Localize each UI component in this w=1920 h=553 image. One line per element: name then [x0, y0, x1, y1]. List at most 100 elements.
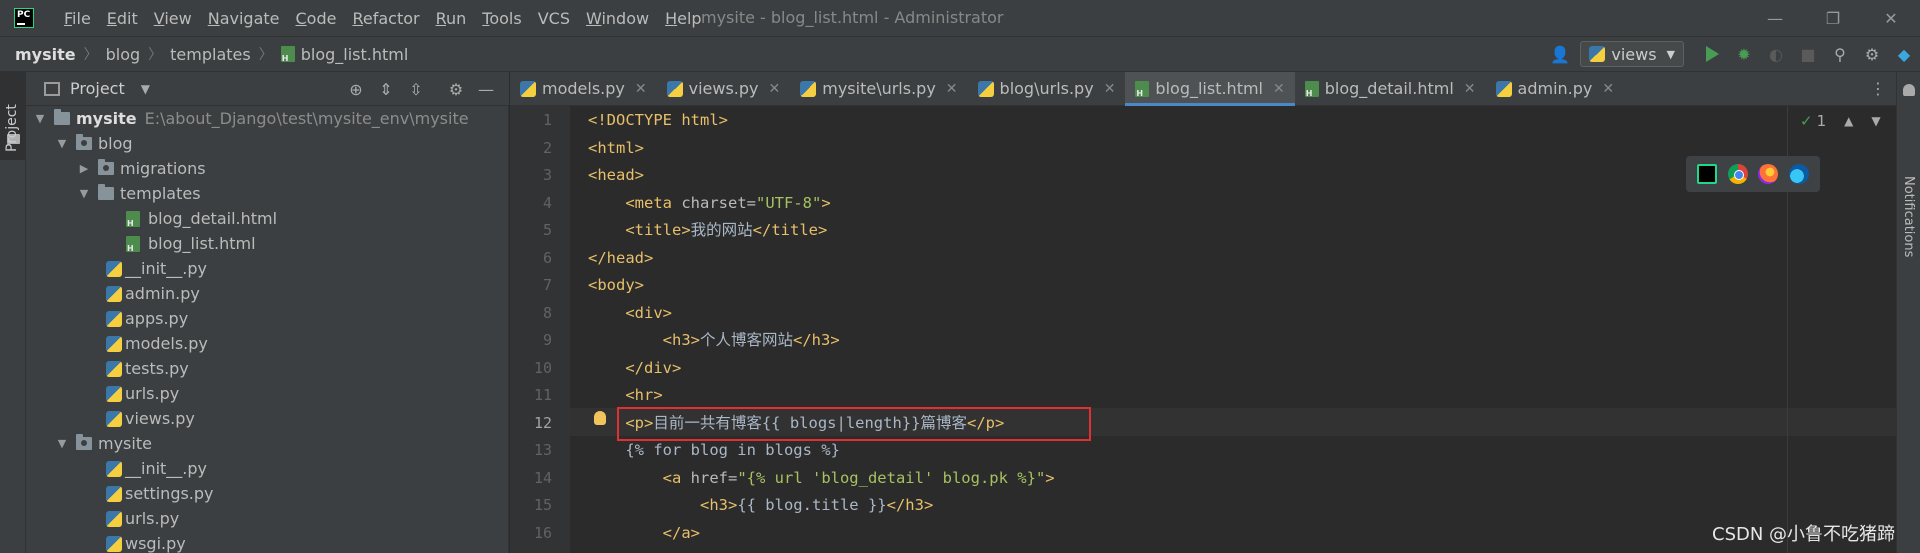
- close-icon[interactable]: ✕: [1602, 81, 1614, 97]
- stop-icon[interactable]: ■: [1797, 43, 1819, 65]
- bell-icon[interactable]: [1903, 84, 1915, 96]
- firefox-icon[interactable]: [1758, 164, 1779, 184]
- chrome-icon[interactable]: [1727, 164, 1748, 184]
- search-icon[interactable]: ⚲: [1829, 43, 1851, 65]
- tree-item-file[interactable]: settings.py: [106, 481, 214, 506]
- menu-code[interactable]: Code: [288, 9, 345, 28]
- chevron-right-icon[interactable]: ▶: [76, 162, 92, 175]
- close-icon[interactable]: ✕: [1104, 81, 1116, 97]
- tab-views-py[interactable]: views.py ✕: [657, 72, 791, 105]
- tree-item-folder[interactable]: ▼ mysite: [54, 431, 152, 456]
- python-file-icon: [106, 285, 122, 302]
- close-icon[interactable]: ✕: [769, 81, 781, 97]
- project-tool-tab[interactable]: Project: [0, 72, 26, 160]
- menu-view[interactable]: View: [146, 9, 200, 28]
- browser-preview-bar: [1686, 156, 1820, 192]
- line-number: 12: [533, 414, 552, 432]
- python-file-icon: [800, 80, 817, 97]
- edge-icon[interactable]: [1788, 164, 1809, 184]
- run-icon[interactable]: [1701, 43, 1723, 65]
- gear-icon[interactable]: ⚙: [443, 76, 469, 102]
- tree-item-file[interactable]: models.py: [106, 331, 208, 356]
- menu-vcs[interactable]: VCS: [530, 9, 578, 28]
- code-line: <!DOCTYPE html>: [588, 111, 728, 129]
- breadcrumb-templates[interactable]: templates: [170, 45, 251, 64]
- editor-gutter: 1 2 3 4 5 6 7 8 9 10 11 12 13 14 15 16: [510, 106, 570, 553]
- close-icon[interactable]: ✕: [635, 81, 647, 97]
- menu-navigate[interactable]: Navigate: [200, 9, 288, 28]
- title-bar: PC File Edit View Navigate Code Refactor…: [0, 0, 1920, 36]
- pycharm-browser-icon[interactable]: [1697, 164, 1718, 184]
- menu-window[interactable]: Window: [578, 9, 657, 28]
- tab-blog-urls-py[interactable]: blog\urls.py ✕: [968, 72, 1126, 105]
- coverage-icon[interactable]: ◐: [1765, 43, 1787, 65]
- close-icon[interactable]: ✕: [1862, 0, 1920, 36]
- chevron-down-icon[interactable]: ▼: [1871, 114, 1880, 128]
- tab-mysite-urls-py[interactable]: mysite\urls.py ✕: [790, 72, 967, 105]
- tree-item-file[interactable]: views.py: [106, 406, 195, 431]
- tree-item-file[interactable]: blog_list.html: [126, 231, 256, 256]
- locate-icon[interactable]: ⊕: [343, 76, 369, 102]
- chevron-down-icon[interactable]: ▼: [32, 112, 48, 125]
- python-file-icon: [106, 310, 122, 327]
- tree-item-file[interactable]: __init__.py: [106, 456, 207, 481]
- inspection-widget[interactable]: ✓ 1 ▲ ▼: [1800, 112, 1881, 130]
- line-number: 8: [542, 304, 552, 322]
- tab-blog-list-html[interactable]: blog_list.html ✕: [1125, 72, 1296, 106]
- code-line: <title>我的网站</title>: [625, 221, 828, 239]
- chevron-up-icon[interactable]: ▲: [1844, 114, 1853, 128]
- breadcrumb-file[interactable]: blog_list.html: [301, 45, 409, 64]
- minimize-icon[interactable]: —: [1746, 0, 1804, 36]
- expand-all-icon[interactable]: ⇕: [373, 76, 399, 102]
- tab-blog-detail-html[interactable]: blog_detail.html ✕: [1295, 72, 1486, 105]
- close-icon[interactable]: ✕: [1464, 81, 1476, 97]
- close-icon[interactable]: ✕: [946, 81, 958, 97]
- tab-admin-py[interactable]: admin.py ✕: [1486, 72, 1625, 105]
- navbar-toolbar: 👤 views ▼ ✹ ◐ ■ ⚲ ⚙ ◆: [1544, 37, 1920, 71]
- notifications-tab[interactable]: Notifications: [1901, 176, 1916, 257]
- tree-item-file[interactable]: urls.py: [106, 381, 179, 406]
- tree-item-folder[interactable]: ▼ blog: [54, 131, 133, 156]
- chevron-down-icon[interactable]: ▼: [54, 437, 70, 450]
- project-panel-title[interactable]: Project: [70, 79, 125, 98]
- menu-edit[interactable]: Edit: [99, 9, 146, 28]
- tree-item-file[interactable]: __init__.py: [106, 256, 207, 281]
- tree-item-file[interactable]: admin.py: [106, 281, 200, 306]
- package-folder-icon: [76, 434, 92, 450]
- jetbrains-toolbox-icon[interactable]: ◆: [1893, 43, 1915, 65]
- tree-item-folder[interactable]: ▶ migrations: [76, 156, 206, 181]
- tree-item-file[interactable]: blog_detail.html: [126, 206, 277, 231]
- tree-item-label: blog: [98, 134, 133, 153]
- menu-tools[interactable]: Tools: [474, 9, 529, 28]
- breadcrumb-project[interactable]: mysite: [15, 45, 76, 64]
- chevron-down-icon[interactable]: ▼: [141, 82, 150, 96]
- tab-label: blog\urls.py: [999, 79, 1094, 98]
- lightbulb-icon[interactable]: [594, 411, 606, 425]
- chevron-down-icon[interactable]: ▼: [76, 187, 92, 200]
- hide-icon[interactable]: —: [473, 76, 499, 102]
- tree-item-file[interactable]: tests.py: [106, 356, 189, 381]
- chevron-down-icon[interactable]: ▼: [54, 137, 70, 150]
- debug-icon[interactable]: ✹: [1733, 43, 1755, 65]
- tree-item-folder[interactable]: ▼ templates: [76, 181, 201, 206]
- tab-models-py[interactable]: models.py ✕: [510, 72, 657, 105]
- more-vertical-icon[interactable]: ⋮: [1870, 79, 1886, 98]
- tree-item-file[interactable]: urls.py: [106, 506, 179, 531]
- tree-item-label: models.py: [125, 334, 208, 353]
- run-configuration-select[interactable]: views ▼: [1580, 41, 1684, 67]
- python-file-icon: [1495, 80, 1512, 97]
- collapse-all-icon[interactable]: ⇳: [403, 76, 429, 102]
- restore-icon[interactable]: ❐: [1804, 0, 1862, 36]
- tree-item-label: wsgi.py: [125, 534, 186, 553]
- menu-refactor[interactable]: Refactor: [344, 9, 427, 28]
- user-icon[interactable]: 👤: [1549, 43, 1571, 65]
- tree-item-file[interactable]: wsgi.py: [106, 531, 186, 553]
- menu-file[interactable]: File: [56, 9, 99, 28]
- project-tool-tab-label: Project: [4, 104, 20, 152]
- menu-run[interactable]: Run: [428, 9, 475, 28]
- close-icon[interactable]: ✕: [1273, 81, 1285, 97]
- settings-gear-icon[interactable]: ⚙: [1861, 43, 1883, 65]
- tree-item-file[interactable]: apps.py: [106, 306, 188, 331]
- breadcrumb-blog[interactable]: blog: [106, 45, 141, 64]
- tree-item-root[interactable]: ▼ mysite E:\about_Django\test\mysite_env…: [32, 106, 469, 131]
